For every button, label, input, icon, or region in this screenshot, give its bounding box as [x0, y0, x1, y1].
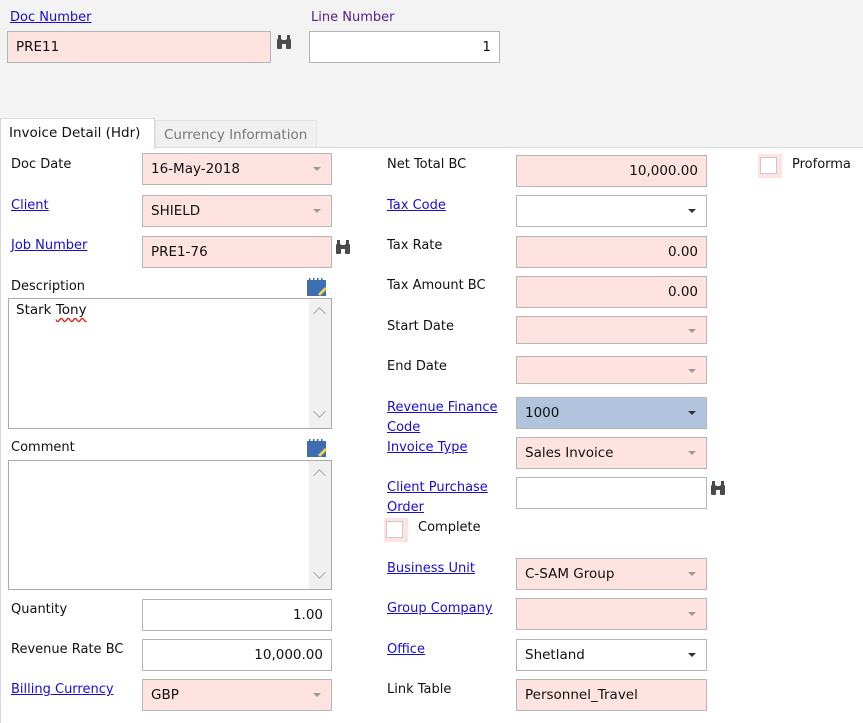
- scroll-down-icon[interactable]: [313, 405, 326, 418]
- business-unit-dropdown[interactable]: C-SAM Group: [516, 558, 707, 590]
- line-number-label: Line Number: [311, 10, 395, 25]
- chevron-down-icon: [688, 612, 696, 616]
- revenue-rate-label: Revenue Rate BC: [11, 642, 124, 657]
- chevron-down-icon: [313, 209, 321, 213]
- job-number-link[interactable]: Job Number: [11, 236, 87, 256]
- doc-date-value: 16-May-2018: [151, 161, 240, 177]
- doc-number-input[interactable]: PRE11: [7, 31, 271, 63]
- scroll-up-icon[interactable]: [313, 469, 326, 482]
- client-purchase-order-input[interactable]: [516, 477, 707, 509]
- job-number-input[interactable]: PRE1-76: [142, 236, 332, 268]
- quantity-label: Quantity: [11, 602, 68, 617]
- business-unit-value: C-SAM Group: [525, 566, 615, 582]
- tab-invoice-detail[interactable]: Invoice Detail (Hdr): [0, 118, 155, 149]
- scroll-up-icon[interactable]: [313, 307, 326, 320]
- doc-number-link[interactable]: Doc Number: [10, 8, 91, 28]
- billing-currency-dropdown[interactable]: GBP: [142, 679, 332, 711]
- billing-currency-value: GBP: [151, 687, 179, 703]
- group-company-dropdown[interactable]: C-SAM UK Ltd: [516, 598, 707, 630]
- billing-currency-link[interactable]: Billing Currency: [11, 680, 114, 700]
- group-company-link[interactable]: Group Company: [387, 599, 493, 619]
- complete-checkbox[interactable]: [384, 518, 408, 542]
- revenue-finance-code-dropdown[interactable]: 1000: [516, 397, 707, 429]
- invoice-type-link[interactable]: Invoice Type: [387, 438, 467, 458]
- description-word1: Stark: [16, 302, 52, 318]
- tax-rate-label: Tax Rate: [387, 238, 443, 253]
- tax-amount-input[interactable]: 0.00: [516, 276, 707, 308]
- comment-scrollbar[interactable]: [309, 461, 331, 589]
- start-date-dropdown[interactable]: [516, 316, 707, 344]
- revenue-finance-code-label-line1: Revenue Finance: [387, 400, 498, 415]
- description-label: Description: [11, 279, 86, 294]
- start-date-label: Start Date: [387, 319, 454, 334]
- invoice-type-dropdown[interactable]: Sales Invoice: [516, 437, 707, 469]
- comment-textarea[interactable]: [8, 460, 332, 590]
- description-scrollbar[interactable]: [309, 299, 331, 428]
- client-link[interactable]: Client: [11, 196, 49, 216]
- end-date-dropdown[interactable]: [516, 356, 707, 384]
- revenue-finance-code-link[interactable]: Revenue Finance Code: [387, 398, 497, 438]
- office-value: Shetland: [525, 647, 585, 663]
- tax-rate-input[interactable]: 0.00: [516, 236, 707, 268]
- client-value: SHIELD: [151, 203, 201, 219]
- client-dropdown[interactable]: SHIELD: [142, 195, 332, 227]
- chevron-down-icon: [688, 572, 696, 576]
- office-dropdown[interactable]: Shetland: [516, 639, 707, 671]
- complete-label: Complete: [418, 520, 481, 535]
- tax-code-link[interactable]: Tax Code: [387, 196, 446, 216]
- chevron-down-icon: [313, 693, 321, 697]
- notepad-edit-icon[interactable]: [306, 438, 328, 458]
- link-table-label: Link Table: [387, 682, 452, 697]
- net-total-label: Net Total BC: [387, 157, 467, 172]
- revenue-finance-code-label-line2: Code: [387, 420, 421, 435]
- client-purchase-order-link[interactable]: Client Purchase Order: [387, 478, 488, 518]
- office-link[interactable]: Office: [387, 640, 425, 660]
- invoice-type-value: Sales Invoice: [525, 445, 614, 461]
- chevron-down-icon: [688, 653, 696, 657]
- client-po-label-line2: Order: [387, 500, 424, 515]
- revenue-rate-input[interactable]: 10,000.00: [142, 639, 332, 671]
- notepad-edit-icon[interactable]: [306, 277, 328, 297]
- revenue-finance-code-value: 1000: [525, 405, 560, 421]
- business-unit-link[interactable]: Business Unit: [387, 559, 475, 579]
- binoculars-icon[interactable]: [709, 479, 727, 497]
- quantity-input[interactable]: 1.00: [142, 599, 332, 631]
- chevron-down-icon: [688, 329, 696, 333]
- end-date-label: End Date: [387, 359, 447, 374]
- line-number-input[interactable]: 1: [309, 31, 500, 63]
- net-total-input[interactable]: 10,000.00: [516, 155, 707, 187]
- chevron-down-icon: [688, 411, 696, 415]
- doc-date-dropdown[interactable]: 16-May-2018: [142, 153, 332, 185]
- binoculars-icon[interactable]: [275, 33, 293, 51]
- proforma-label: Proforma: [792, 157, 851, 172]
- description-word2: Tony: [55, 302, 87, 318]
- tab-currency-information[interactable]: Currency Information: [155, 120, 317, 150]
- description-textarea[interactable]: Stark Tony: [8, 298, 332, 429]
- client-po-label-line1: Client Purchase: [387, 480, 488, 495]
- chevron-down-icon: [688, 369, 696, 373]
- scroll-down-icon[interactable]: [313, 566, 326, 579]
- chevron-down-icon: [313, 167, 321, 171]
- tax-amount-label: Tax Amount BC: [387, 278, 486, 293]
- link-table-input[interactable]: Personnel_Travel: [516, 679, 707, 711]
- chevron-down-icon: [688, 451, 696, 455]
- doc-date-label: Doc Date: [11, 157, 72, 172]
- chevron-down-icon: [688, 209, 696, 213]
- tax-code-dropdown[interactable]: [516, 195, 707, 227]
- binoculars-icon[interactable]: [334, 238, 352, 256]
- comment-label: Comment: [11, 440, 75, 455]
- proforma-checkbox[interactable]: [758, 154, 782, 178]
